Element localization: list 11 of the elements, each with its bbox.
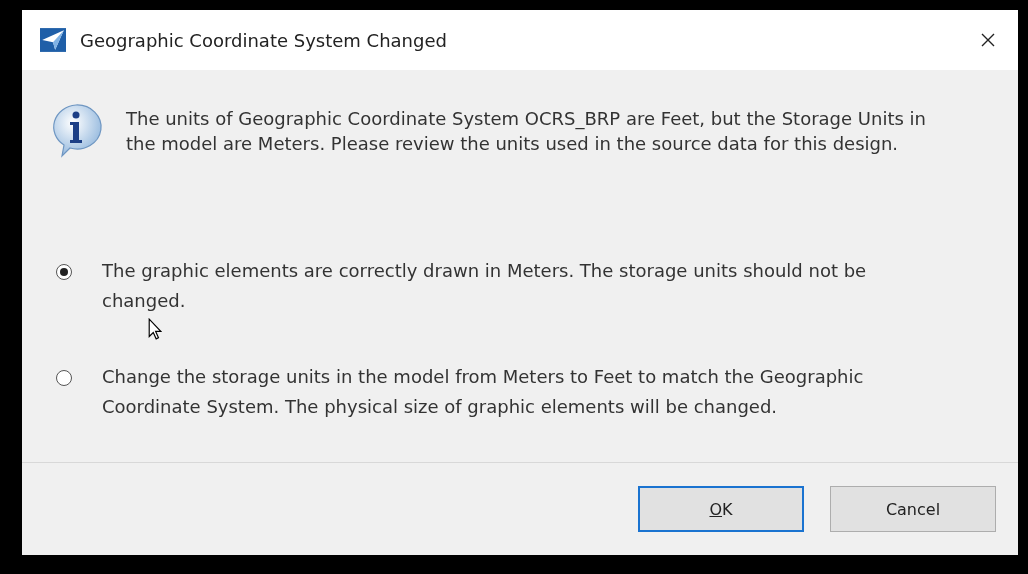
option-label[interactable]: The graphic elements are correctly drawn in Meters. The storage units should not be changed. <box>102 256 942 316</box>
dialog-button[interactable]: OK <box>638 486 804 532</box>
window-title: Geographic Coordinate System Changed <box>80 29 448 51</box>
option-label[interactable]: Change the storage units in the model from Meters to Feet to match the Geographic Coordinate System. The physical size of graphic elements will be changed. <box>102 362 942 422</box>
radio-button[interactable] <box>56 370 72 386</box>
app-icon <box>40 28 66 52</box>
mouse-pointer-icon <box>148 318 162 340</box>
close-icon <box>981 33 995 47</box>
radio-button[interactable] <box>56 264 72 280</box>
dialog-button[interactable]: Cancel <box>830 486 996 532</box>
message-text: The units of Geographic Coordinate System OCRS_BRP are Feet, but the Storage Units in the model are Meters. Please review the units used in the source data for this design. <box>126 107 926 156</box>
